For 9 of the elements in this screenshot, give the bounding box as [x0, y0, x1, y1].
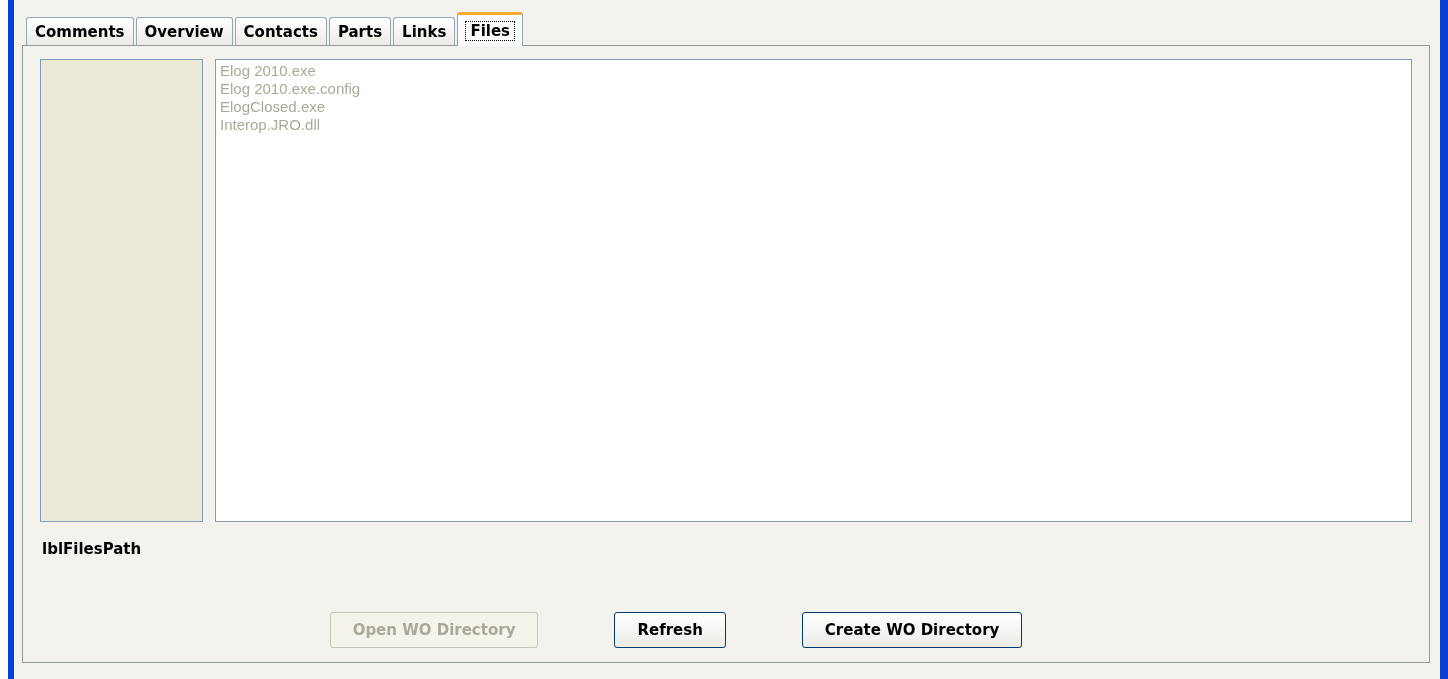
tab[interactable]: Overview	[135, 17, 233, 45]
tab[interactable]: Links	[393, 17, 456, 45]
button[interactable]: Create WO Directory	[801, 612, 1023, 648]
tab[interactable]: Files	[457, 12, 524, 46]
tab[interactable]: Comments	[26, 17, 134, 45]
files-path-label: lblFilesPath	[42, 540, 143, 558]
tab[interactable]: Contacts	[234, 17, 327, 45]
tab[interactable]: Parts	[328, 17, 392, 45]
button[interactable]: Refresh	[614, 612, 726, 648]
